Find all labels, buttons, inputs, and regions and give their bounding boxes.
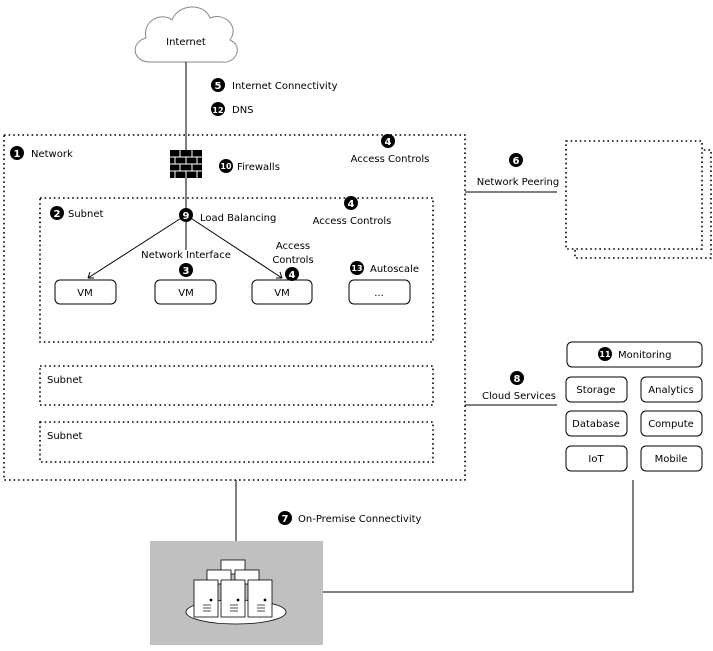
svg-text:VM: VM bbox=[77, 288, 92, 299]
subnet-label: Subnet bbox=[68, 209, 104, 220]
badge-5: 5 bbox=[211, 78, 225, 92]
on-premise-cloud-link bbox=[323, 480, 634, 593]
badge-1: 1 bbox=[10, 146, 24, 160]
network-interface-label: Network Interface bbox=[141, 250, 231, 261]
badge-3: 3 bbox=[179, 263, 193, 277]
svg-text:4: 4 bbox=[385, 137, 392, 148]
svg-text:Monitoring: Monitoring bbox=[618, 350, 671, 361]
badge-4-subnet: 4 bbox=[344, 196, 358, 210]
svg-text:5: 5 bbox=[215, 81, 222, 92]
badge-4-network: 4 bbox=[381, 134, 395, 148]
cloud-services-label: Cloud Services bbox=[482, 391, 556, 402]
svg-text:3: 3 bbox=[183, 266, 190, 277]
service-mobile[interactable]: Mobile bbox=[640, 445, 703, 472]
svg-text:Analytics: Analytics bbox=[648, 385, 693, 396]
svg-text:Database: Database bbox=[572, 419, 620, 430]
service-compute[interactable]: Compute bbox=[640, 410, 703, 437]
vm-access-controls-line2: Controls bbox=[272, 255, 313, 266]
firewalls-label: Firewalls bbox=[237, 162, 280, 173]
lb-to-vm1-arrow bbox=[87, 214, 187, 279]
svg-text:Compute: Compute bbox=[648, 419, 694, 430]
badge-12: 12 bbox=[211, 102, 225, 116]
svg-text:9: 9 bbox=[183, 211, 190, 222]
service-iot[interactable]: IoT bbox=[565, 445, 628, 472]
badge-7: 7 bbox=[278, 511, 292, 525]
svg-text:10: 10 bbox=[220, 162, 232, 171]
subnet-boundary-3 bbox=[39, 421, 434, 463]
service-analytics[interactable]: Analytics bbox=[640, 376, 703, 403]
badge-10: 10 bbox=[219, 159, 233, 173]
network-peering-label: Network Peering bbox=[477, 177, 560, 188]
badge-6: 6 bbox=[509, 153, 523, 167]
dns-label: DNS bbox=[232, 105, 254, 116]
vm-box[interactable]: VM bbox=[54, 279, 117, 305]
subnet-boundary-2 bbox=[39, 365, 434, 406]
internet-cloud: Internet bbox=[134, 6, 238, 63]
badge-2: 2 bbox=[50, 206, 64, 220]
monitoring-box[interactable]: 11 Monitoring bbox=[566, 341, 703, 368]
service-storage[interactable]: Storage bbox=[565, 376, 628, 403]
svg-text:11: 11 bbox=[599, 350, 611, 359]
svg-text:13: 13 bbox=[351, 264, 362, 273]
subnet-2-label: Subnet bbox=[47, 375, 83, 386]
internet-connectivity-label: Internet Connectivity bbox=[232, 81, 338, 92]
badge-8: 8 bbox=[510, 371, 524, 385]
svg-text:8: 8 bbox=[514, 374, 521, 385]
badge-13: 13 bbox=[350, 261, 364, 275]
vm-box[interactable]: VM bbox=[251, 279, 313, 305]
subnet-access-controls-label: Access Controls bbox=[313, 216, 392, 227]
cloud-architecture-diagram: Internet 5 Internet Connectivity 12 DNS … bbox=[3, 6, 712, 645]
badge-9: 9 bbox=[179, 208, 193, 222]
service-database[interactable]: Database bbox=[565, 410, 628, 437]
internet-label: Internet bbox=[166, 37, 206, 48]
autoscale-label: Autoscale bbox=[370, 264, 419, 275]
svg-text:...: ... bbox=[374, 288, 384, 299]
svg-text:1: 1 bbox=[14, 149, 21, 160]
subnet-3-label: Subnet bbox=[47, 431, 83, 442]
lb-to-vm3-arrow bbox=[185, 214, 283, 279]
svg-text:Mobile: Mobile bbox=[655, 454, 688, 465]
svg-text:12: 12 bbox=[212, 106, 223, 115]
network-access-controls-label: Access Controls bbox=[351, 154, 430, 165]
svg-text:IoT: IoT bbox=[588, 454, 604, 465]
svg-text:4: 4 bbox=[289, 270, 296, 281]
vm-box[interactable]: VM bbox=[154, 279, 217, 305]
vm-access-controls-line1: Access bbox=[276, 241, 310, 252]
on-premise-label: On-Premise Connectivity bbox=[298, 514, 422, 525]
svg-text:Storage: Storage bbox=[576, 385, 615, 396]
network-boundary bbox=[3, 134, 466, 481]
badge-4-vm: 4 bbox=[285, 267, 299, 281]
svg-text:7: 7 bbox=[282, 514, 289, 525]
svg-text:VM: VM bbox=[274, 288, 289, 299]
svg-text:6: 6 bbox=[513, 156, 520, 167]
load-balancing-label: Load Balancing bbox=[200, 213, 276, 224]
svg-text:VM: VM bbox=[178, 288, 193, 299]
firewall-icon bbox=[170, 150, 202, 178]
svg-text:2: 2 bbox=[54, 209, 61, 220]
autoscale-box[interactable]: ... bbox=[348, 279, 411, 305]
network-label: Network bbox=[31, 149, 73, 160]
peered-network bbox=[565, 140, 703, 250]
svg-text:4: 4 bbox=[348, 199, 355, 210]
